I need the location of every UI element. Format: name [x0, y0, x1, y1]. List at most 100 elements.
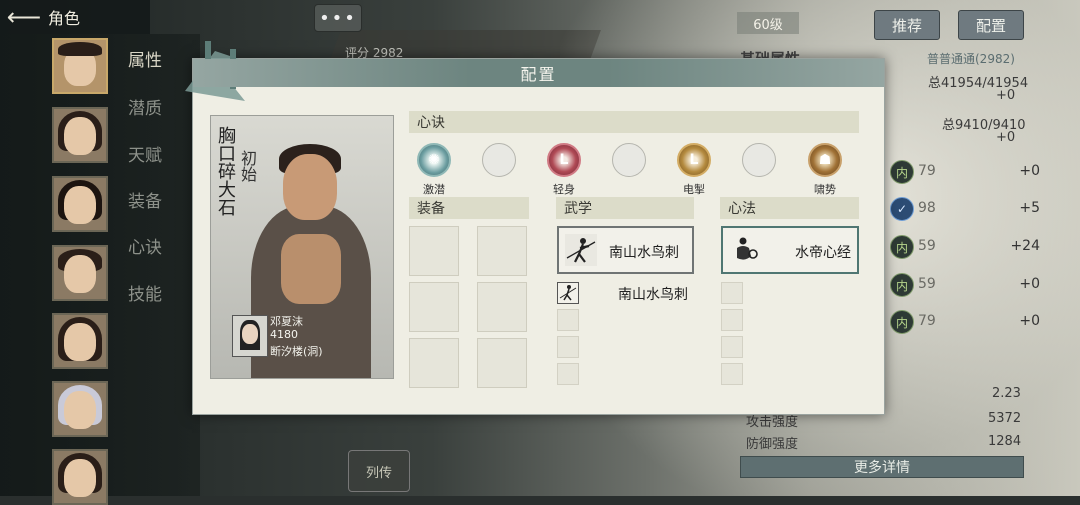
swirl-icon[interactable]: ✺	[417, 143, 451, 177]
stat-value: 79	[918, 313, 936, 329]
skill-label: 激潜	[423, 183, 445, 196]
stat-value: 98	[918, 200, 936, 216]
owner-name: 邓夏沫	[270, 315, 303, 328]
tab-attributes[interactable]: 属性	[128, 46, 162, 71]
stat-value: 59	[918, 238, 936, 254]
modal-title: 配置	[520, 65, 557, 84]
skill-label: 啸势	[814, 183, 836, 196]
tab-mind-formula[interactable]: 心诀	[128, 233, 162, 258]
figure-chest	[281, 234, 341, 304]
tab-talent[interactable]: 天赋	[128, 141, 162, 166]
equip-slot-6[interactable]	[477, 338, 527, 388]
owner-clan: 断汐楼(洞)	[270, 345, 323, 358]
config-modal: 配置 胸口碎大石 初始 邓夏沫 4180 断汐楼(洞) 心诀 ✺ 激潜 L 轻身…	[185, 41, 885, 415]
stat-row-1: 内 79 +0	[890, 160, 1040, 184]
arrow-left-icon: ⟵	[6, 3, 42, 31]
martial-skill-secondary: 南山水鸟刺	[618, 287, 688, 303]
total-hp-bonus: +0	[996, 88, 1016, 103]
equip-slot-3[interactable]	[409, 282, 459, 332]
more-details-button[interactable]: 更多详情	[740, 456, 1024, 478]
top-nav: ⟵ 角色	[0, 0, 150, 34]
empty-slot-1[interactable]	[482, 143, 516, 177]
tab-skills[interactable]: 技能	[128, 280, 162, 305]
martial-slot-4[interactable]	[557, 336, 579, 358]
config-button[interactable]: 配置	[958, 10, 1024, 40]
beast-icon[interactable]: ☗	[808, 143, 842, 177]
martial-skill-main[interactable]: 南山水鸟刺	[557, 226, 694, 274]
character-avatar-3[interactable]	[52, 176, 108, 232]
owner-power: 4180	[270, 328, 298, 341]
card-subtitle: 初始	[238, 150, 257, 182]
tab-equipment[interactable]: 装备	[128, 187, 162, 212]
inner-power-icon: 内	[890, 273, 914, 297]
stat-bonus: +5	[1019, 200, 1040, 216]
nav-title: 角色	[48, 9, 81, 28]
biography-button[interactable]: 列传	[348, 450, 410, 492]
inner-power-icon: 内	[890, 160, 914, 184]
basic-attr-rating: 普普通通(2982)	[927, 52, 1015, 66]
stat-value: 59	[918, 276, 936, 292]
character-card[interactable]: 胸口碎大石 初始 邓夏沫 4180 断汐楼(洞)	[210, 115, 394, 379]
empty-slot-3[interactable]	[742, 143, 776, 177]
mental-slot-2[interactable]	[721, 282, 743, 304]
check-icon: ✓	[890, 197, 914, 221]
character-avatar-7[interactable]	[52, 449, 108, 505]
total-mp-bonus: +0	[996, 130, 1016, 145]
tab-potential[interactable]: 潜质	[128, 94, 162, 119]
level-badge: 60级	[737, 12, 799, 34]
skill-label: 电掣	[683, 183, 705, 196]
stat-row-5: 内 79 +0	[890, 310, 1040, 334]
equipment-header: 装备	[409, 197, 529, 219]
equip-slot-5[interactable]	[409, 338, 459, 388]
skill-label: 轻身	[553, 183, 575, 196]
mental-slot-3[interactable]	[721, 309, 743, 331]
chat-button[interactable]: •••	[314, 4, 362, 32]
character-avatar-6[interactable]	[52, 381, 108, 437]
inner-power-icon: 内	[890, 310, 914, 334]
martial-skill-name: 南山水鸟刺	[609, 245, 679, 261]
card-title: 胸口碎大石	[215, 126, 236, 216]
character-avatar-5[interactable]	[52, 313, 108, 369]
martial-slot-3[interactable]	[557, 309, 579, 331]
spear-fighter-icon[interactable]	[557, 282, 579, 304]
owner-avatar	[232, 315, 268, 357]
lightning-icon[interactable]: L	[677, 143, 711, 177]
character-avatar-2[interactable]	[52, 107, 108, 163]
stat-row-2: ✓ 98 +5	[890, 197, 1040, 221]
martial-slot-5[interactable]	[557, 363, 579, 385]
lightfoot-icon[interactable]: L	[547, 143, 581, 177]
sidebar: 属性 潜质 天赋 装备 心诀 技能	[0, 34, 200, 505]
mental-method-main[interactable]: 水帝心经	[721, 226, 859, 274]
stat-row-3: 内 59 +24	[890, 235, 1040, 259]
character-avatar-4[interactable]	[52, 245, 108, 301]
extra-stat-value: 2.23	[992, 386, 1021, 401]
stat-value: 79	[918, 163, 936, 179]
mental-slot-5[interactable]	[721, 363, 743, 385]
equip-slot-4[interactable]	[477, 282, 527, 332]
stat-bonus: +24	[1010, 238, 1040, 254]
stat-bonus: +0	[1019, 276, 1040, 292]
mental-slot-4[interactable]	[721, 336, 743, 358]
stat-bonus: +0	[1019, 313, 1040, 329]
empty-slot-2[interactable]	[612, 143, 646, 177]
defense-value: 1284	[988, 434, 1022, 449]
modal-header: 配置	[193, 59, 884, 87]
stat-bonus: +0	[1019, 163, 1040, 179]
figure-head	[283, 154, 337, 220]
attack-value: 5372	[988, 411, 1022, 426]
mental-method-header: 心法	[720, 197, 859, 219]
spear-fighter-icon	[565, 234, 597, 266]
equip-slot-2[interactable]	[477, 226, 527, 276]
defense-label: 防御强度	[746, 437, 799, 452]
stat-row-4: 内 59 +0	[890, 273, 1040, 297]
more-dots-icon: •••	[319, 7, 357, 29]
mental-method-name: 水帝心经	[795, 245, 851, 261]
back-button[interactable]: ⟵	[0, 0, 48, 34]
character-avatar-1[interactable]	[52, 38, 108, 94]
recommend-button[interactable]: 推荐	[874, 10, 940, 40]
meditation-icon	[737, 237, 758, 260]
equip-slot-1[interactable]	[409, 226, 459, 276]
mind-formula-header: 心诀	[409, 111, 859, 133]
martial-arts-header: 武学	[556, 197, 694, 219]
inner-power-icon: 内	[890, 235, 914, 259]
